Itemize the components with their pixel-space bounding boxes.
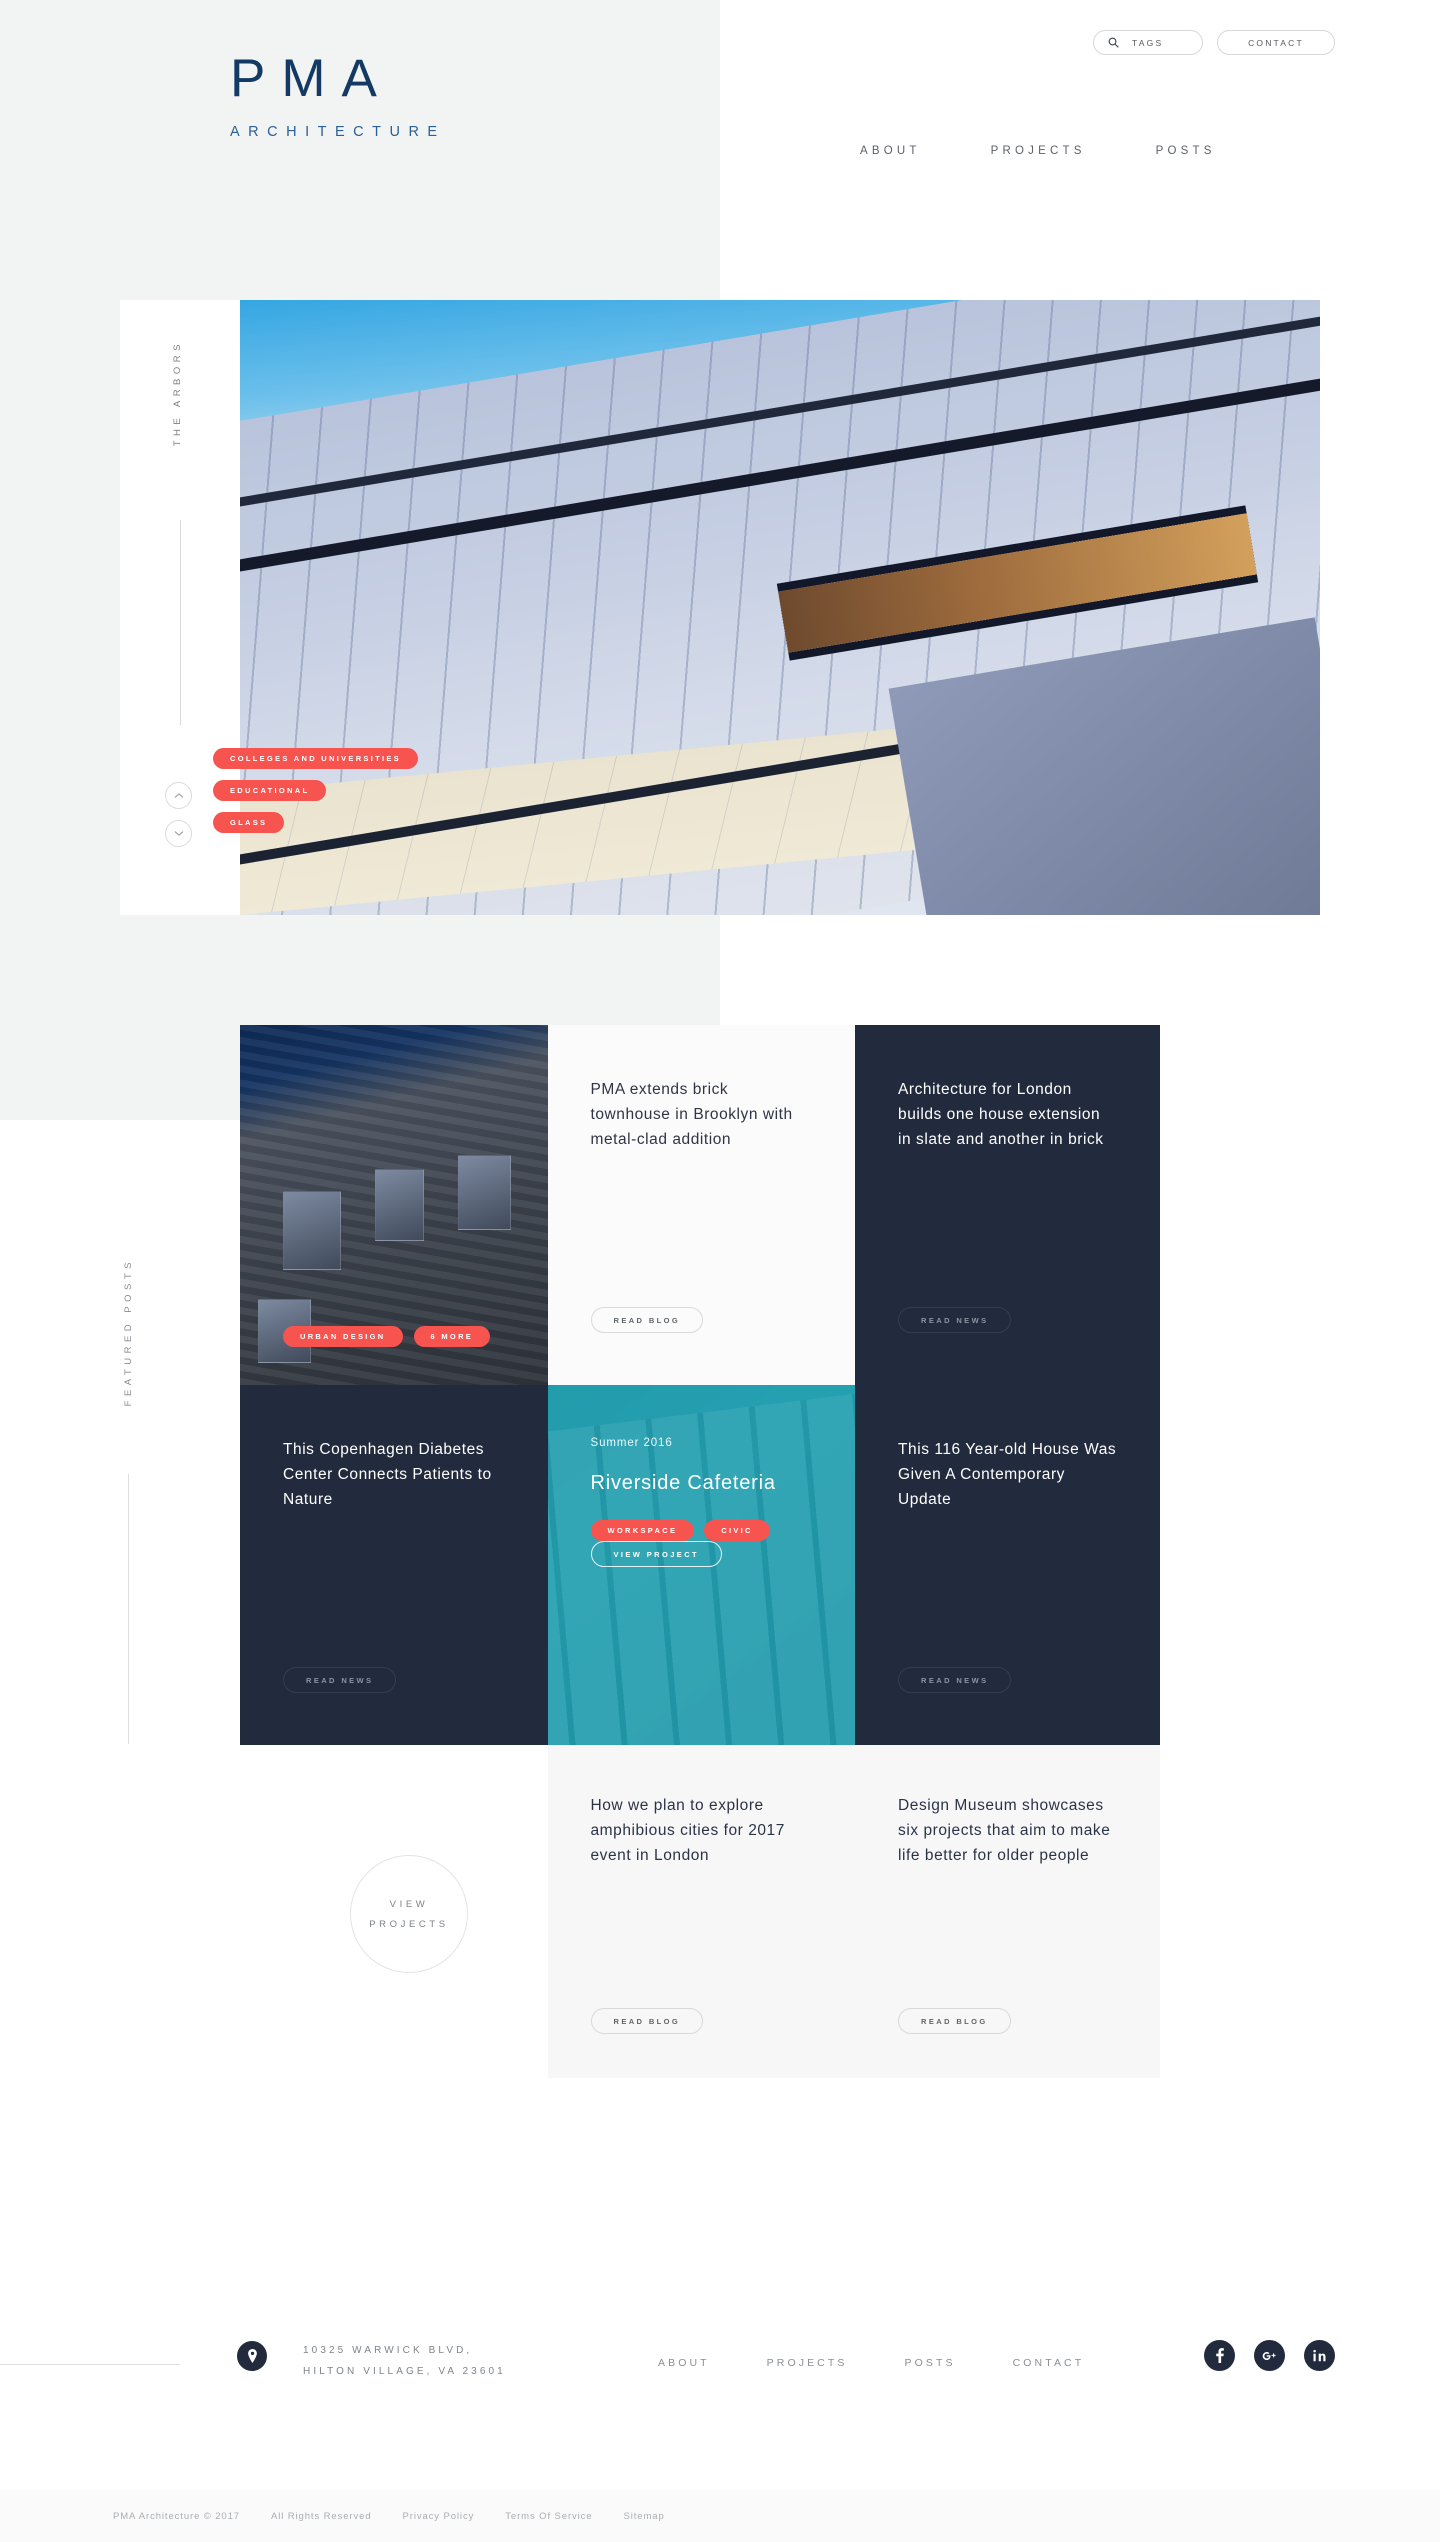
featured-row: VIEW PROJECTS How we plan to explore amp… [240, 1745, 1160, 2078]
search-icon [1108, 37, 1119, 48]
featured-card-copenhagen[interactable]: This Copenhagen Diabetes Center Connects… [240, 1385, 548, 1745]
tags-button-label: TAGS [1132, 37, 1164, 48]
card-cta-button[interactable]: READ BLOG [898, 2008, 1011, 2034]
card-cta-button[interactable]: READ NEWS [898, 1307, 1012, 1333]
footer-divider-line [0, 2364, 180, 2365]
nav-item-posts[interactable]: POSTS [1156, 145, 1216, 157]
hero-tag[interactable]: GLASS [213, 812, 285, 833]
chevron-down-icon [174, 830, 184, 837]
card-cta-button[interactable]: READ NEWS [898, 1667, 1012, 1693]
photo-window [375, 1169, 425, 1241]
photo-window [283, 1190, 342, 1270]
featured-card-brick-townhouse[interactable]: PMA extends brick townhouse in Brooklyn … [547, 1025, 856, 1385]
address-line-1: 10325 WARWICK BLVD, [303, 2345, 473, 2356]
card-tag-list: URBAN DESIGN 6 MORE [283, 1326, 491, 1347]
copyright-text: PMA Architecture © 2017 [113, 2510, 240, 2522]
facebook-icon[interactable] [1204, 2340, 1235, 2371]
footer-nav-about[interactable]: ABOUT [658, 2357, 710, 2369]
hero-next-button[interactable] [165, 820, 192, 847]
brand-logo[interactable]: PMA ARCHITECTURE [230, 52, 530, 140]
linkedin-icon[interactable] [1304, 2340, 1335, 2371]
google-plus-icon[interactable] [1254, 2340, 1285, 2371]
hero-project-label: THE ARBORS [172, 340, 183, 447]
card-cta-button[interactable]: VIEW PROJECT [590, 1541, 722, 1567]
card-tag[interactable]: CIVIC [704, 1520, 770, 1541]
copyright-bar: PMA Architecture © 2017 All Rights Reser… [0, 2490, 1440, 2542]
footer-nav-posts[interactable]: POSTS [904, 2357, 955, 2369]
view-projects-button[interactable]: VIEW PROJECTS [350, 1855, 468, 1973]
footer-nav-contact[interactable]: CONTACT [1013, 2357, 1085, 2369]
footer-address: 10325 WARWICK BLVD, HILTON VILLAGE, VA 2… [303, 2341, 506, 2382]
featured-card-amphibious-cities[interactable]: How we plan to explore amphibious cities… [547, 1745, 856, 2078]
card-cta-button[interactable]: READ BLOG [590, 2008, 704, 2034]
contact-button-label: CONTACT [1248, 37, 1304, 48]
card-title: This 116 Year-old House Was Given A Cont… [898, 1441, 1117, 1509]
card-cta-button[interactable]: READ NEWS [283, 1667, 397, 1693]
featured-card-design-museum[interactable]: Design Museum showcases six projects tha… [855, 1745, 1160, 2078]
featured-divider-line [128, 1474, 129, 1744]
card-title: PMA extends brick townhouse in Brooklyn … [590, 1081, 793, 1149]
hero-prev-button[interactable] [165, 782, 192, 809]
hero-tag[interactable]: EDUCATIONAL [213, 780, 327, 801]
view-projects-cell: VIEW PROJECTS [240, 1745, 548, 2078]
page-root: PMA ARCHITECTURE TAGS CONTACT ABOUT PROJ… [0, 0, 1440, 2542]
card-cta-button[interactable]: READ BLOG [590, 1307, 704, 1333]
hero-divider-line [180, 520, 181, 725]
hero-tag-list: COLLEGES AND UNIVERSITIES EDUCATIONAL GL… [213, 748, 418, 833]
logo-wordmark: PMA [230, 49, 393, 108]
featured-posts-grid: URBAN DESIGN 6 MORE PMA extends brick to… [240, 1025, 1160, 2078]
card-title: Riverside Cafeteria [590, 1472, 776, 1494]
view-projects-line1: VIEW [389, 1899, 429, 1910]
contact-button[interactable]: CONTACT [1217, 30, 1335, 55]
social-links [1204, 2340, 1335, 2371]
legal-link-sitemap[interactable]: Sitemap [624, 2511, 665, 2522]
main-navigation: ABOUT PROJECTS POSTS [860, 145, 1216, 157]
legal-link-terms[interactable]: Terms Of Service [505, 2511, 592, 2522]
footer-navigation: ABOUT PROJECTS POSTS CONTACT [658, 2357, 1084, 2369]
featured-row: URBAN DESIGN 6 MORE PMA extends brick to… [240, 1025, 1160, 1385]
map-pin-icon [237, 2341, 267, 2371]
topbar-actions: TAGS CONTACT [1093, 30, 1335, 55]
nav-item-about[interactable]: ABOUT [860, 145, 921, 157]
card-title: Architecture for London builds one house… [898, 1081, 1104, 1149]
chevron-up-icon [174, 792, 184, 799]
card-tag[interactable]: 6 MORE [413, 1326, 491, 1347]
card-title: Design Museum showcases six projects tha… [898, 1797, 1111, 1865]
featured-posts-label: FEATURED POSTS [123, 1258, 134, 1407]
featured-card-riverside-cafeteria[interactable]: Summer 2016 Riverside Cafeteria WORKSPAC… [547, 1385, 856, 1745]
card-tag-list: WORKSPACE CIVIC [590, 1520, 813, 1541]
photo-window [458, 1154, 511, 1231]
featured-card-townhouse-photo[interactable]: URBAN DESIGN 6 MORE [240, 1025, 548, 1385]
card-tag[interactable]: WORKSPACE [590, 1520, 695, 1541]
tags-button[interactable]: TAGS [1093, 30, 1203, 55]
hero-tag[interactable]: COLLEGES AND UNIVERSITIES [213, 748, 418, 769]
legal-link-rights[interactable]: All Rights Reserved [271, 2511, 372, 2522]
view-projects-line2: PROJECTS [369, 1919, 449, 1930]
card-tag[interactable]: URBAN DESIGN [283, 1326, 403, 1347]
featured-row: This Copenhagen Diabetes Center Connects… [240, 1385, 1160, 1745]
featured-card-year-old-house[interactable]: This 116 Year-old House Was Given A Cont… [855, 1385, 1160, 1745]
logo-tagline: ARCHITECTURE [230, 124, 446, 140]
featured-card-london-builds[interactable]: Architecture for London builds one house… [855, 1025, 1160, 1385]
address-line-2: HILTON VILLAGE, VA 23601 [303, 2365, 506, 2377]
hero-slider-controls [165, 782, 192, 847]
card-title: This Copenhagen Diabetes Center Connects… [283, 1441, 492, 1509]
footer-nav-projects[interactable]: PROJECTS [767, 2357, 848, 2369]
nav-item-projects[interactable]: PROJECTS [991, 145, 1086, 157]
card-eyebrow: Summer 2016 [590, 1437, 673, 1449]
legal-link-privacy[interactable]: Privacy Policy [403, 2511, 475, 2522]
card-title: How we plan to explore amphibious cities… [590, 1797, 785, 1865]
